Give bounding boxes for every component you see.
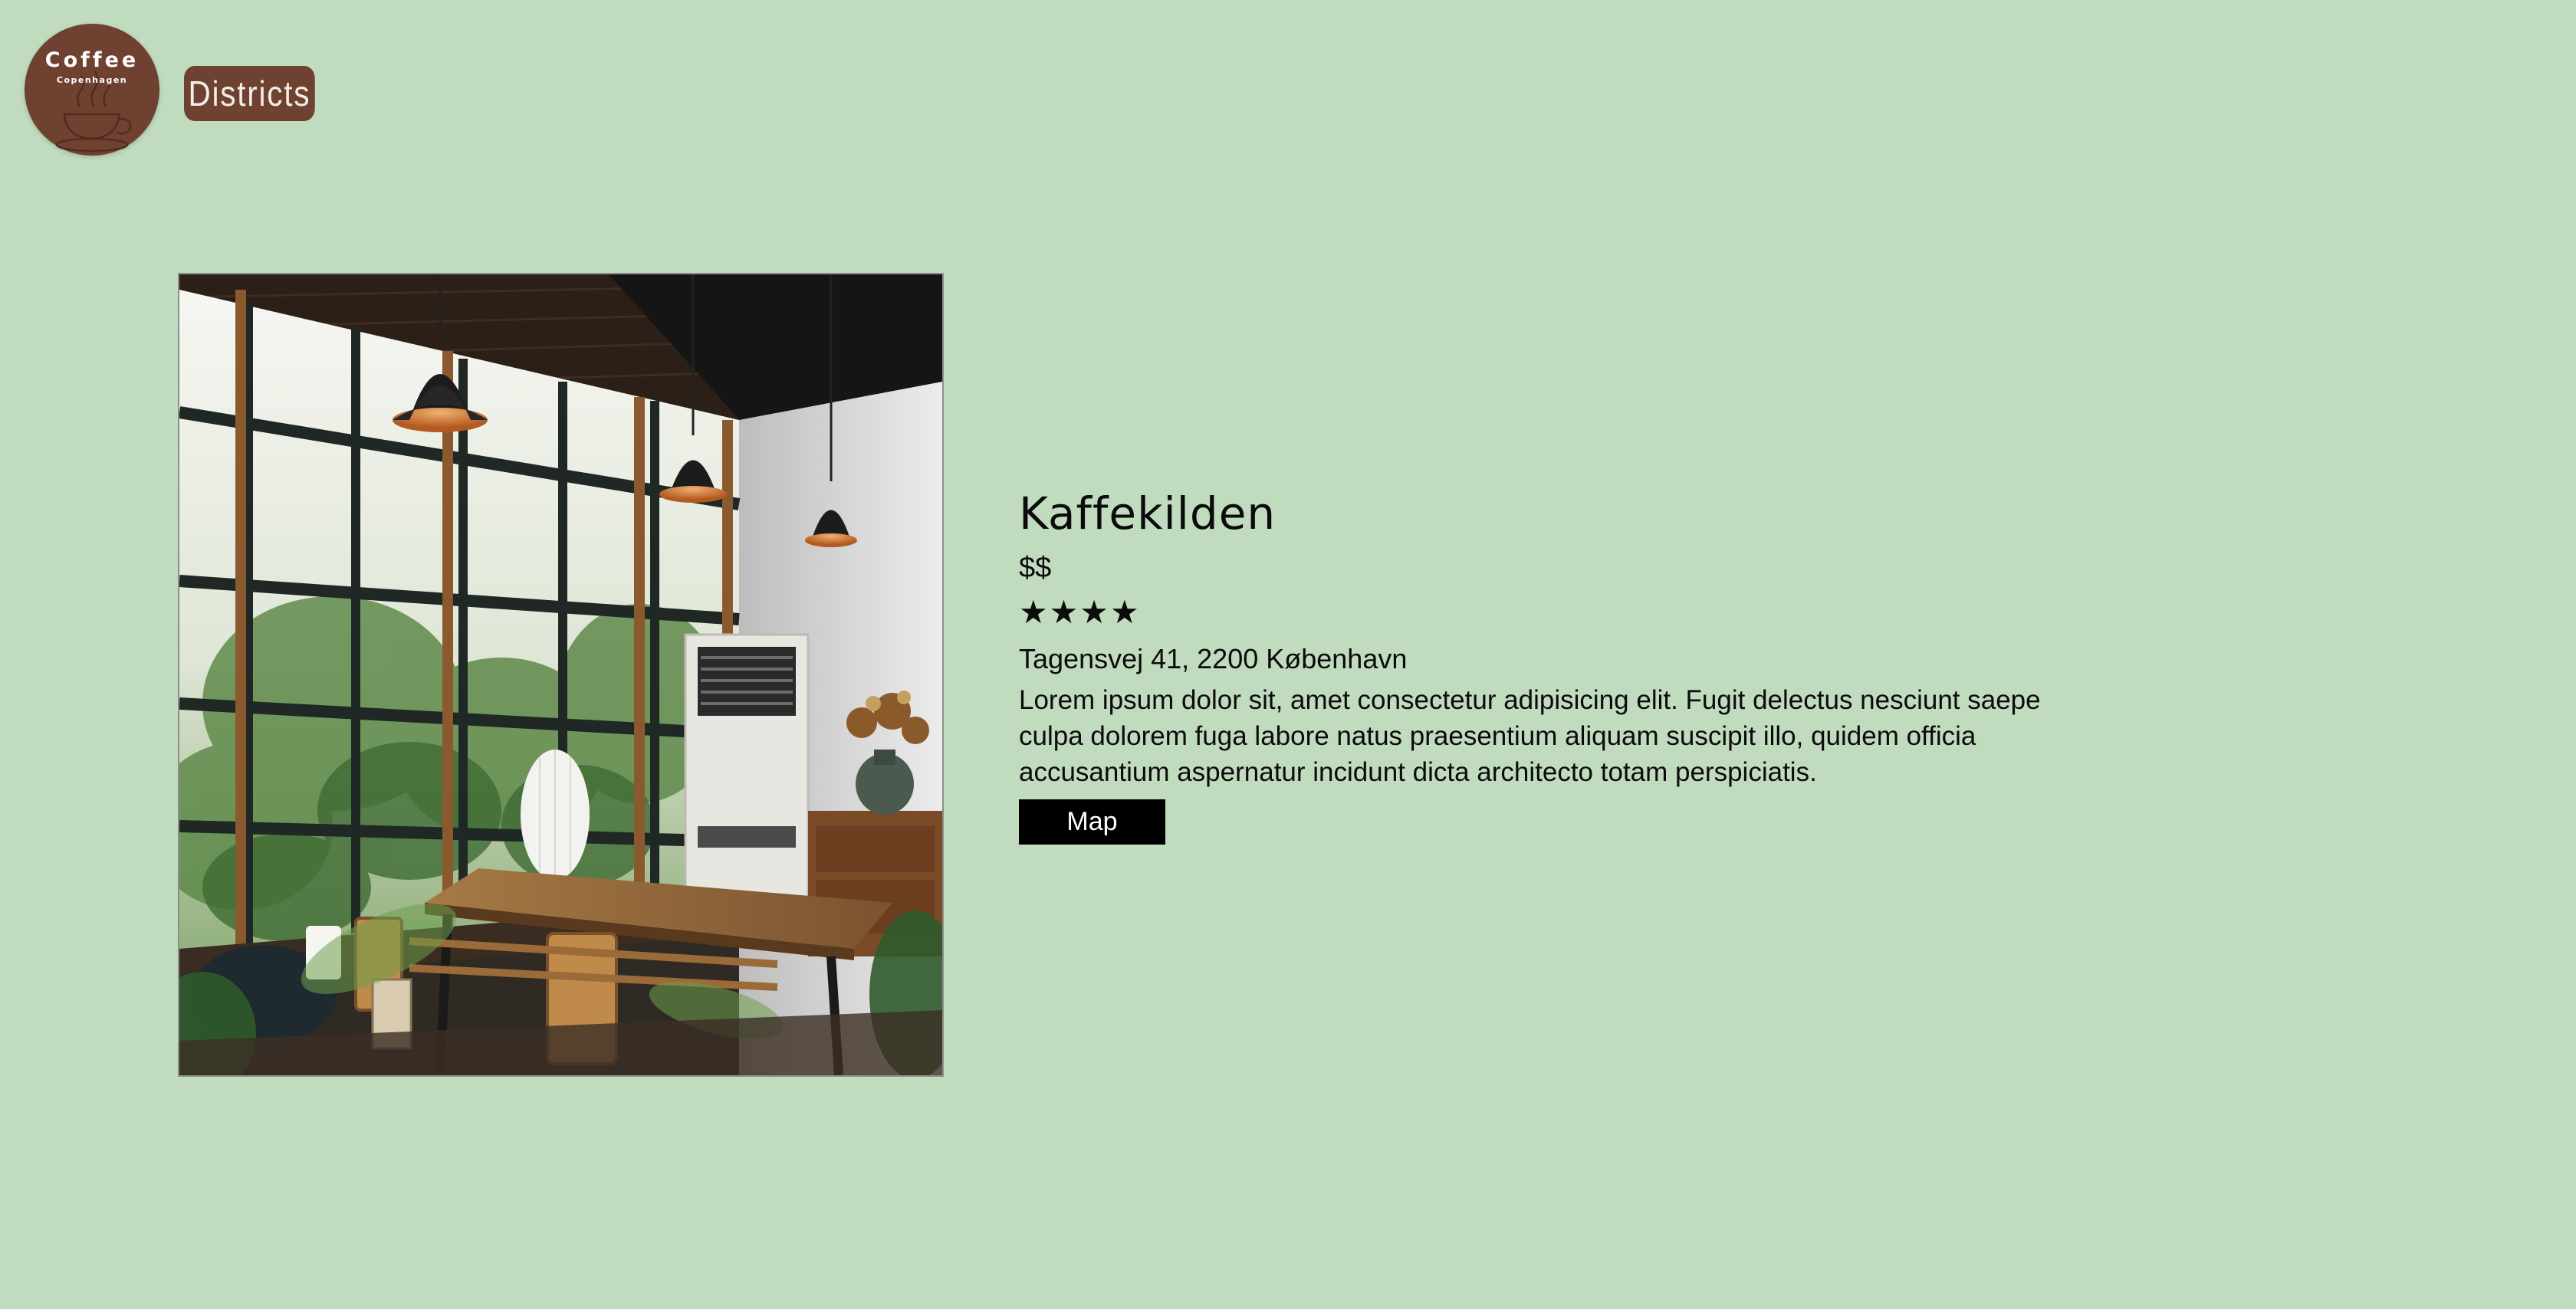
cafe-address: Tagensvej 41, 2200 København xyxy=(1019,643,1408,674)
districts-button[interactable]: Districts xyxy=(184,66,315,121)
map-button[interactable]: Map xyxy=(1019,799,1165,845)
logo-title: Coffee xyxy=(44,48,140,72)
cafe-photo xyxy=(178,273,944,1077)
logo[interactable]: Coffee Copenhagen xyxy=(25,24,159,156)
cafe-interior-image xyxy=(179,274,942,1075)
price-level: $$ xyxy=(1019,552,1052,584)
star-rating: ★★★★ xyxy=(1019,593,1141,631)
cafe-description: Lorem ipsum dolor sit, amet consectetur … xyxy=(1019,685,2041,787)
cafe-name: Kaffekilden xyxy=(1019,487,1276,540)
coffee-cup-icon xyxy=(55,71,132,153)
logo-subtitle: Copenhagen xyxy=(56,75,128,85)
cafe-info: Kaffekilden $$ ★★★★ Tagensvej 41, 2200 K… xyxy=(1019,483,2085,845)
